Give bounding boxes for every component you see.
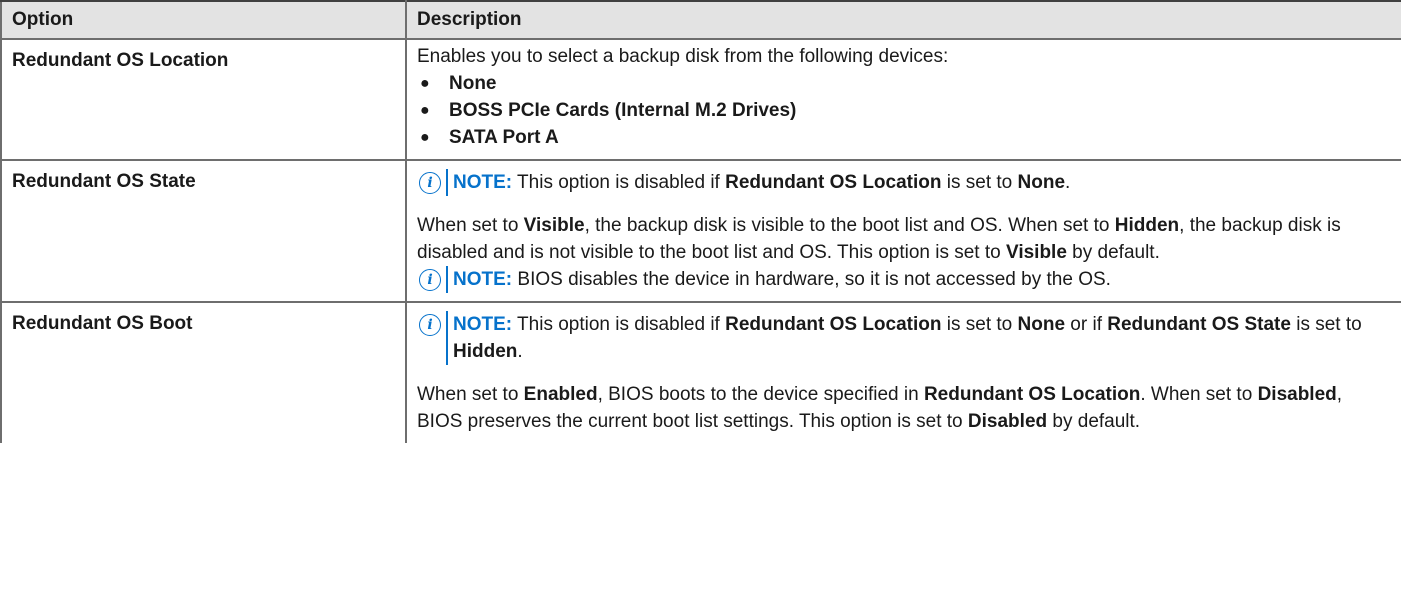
table-row: Redundant OS Boot i NOTE: This option is… [0,301,1401,443]
info-circle-icon: i [419,172,441,194]
list-item: ● SATA Port A [417,124,1391,151]
option-description: i NOTE: This option is disabled if Redun… [405,159,1401,303]
note-text: NOTE: This option is disabled if Redunda… [446,311,1391,365]
list-item: ● BOSS PCIe Cards (Internal M.2 Drives) [417,97,1391,124]
table-row: Redundant OS State i NOTE: This option i… [0,159,1401,303]
info-circle-icon: i [419,314,441,336]
note-text: NOTE: BIOS disables the device in hardwa… [446,266,1111,293]
bullet-icon: ● [420,129,430,146]
info-circle-icon: i [419,269,441,291]
option-description: Enables you to select a backup disk from… [405,38,1401,161]
description-text: Enables you to select a backup disk from… [417,46,949,67]
note-callout: i NOTE: BIOS disables the device in hard… [417,266,1391,293]
description-text: When set to Enabled, BIOS boots to the d… [417,384,1343,432]
option-description: i NOTE: This option is disabled if Redun… [405,301,1401,443]
option-name: Redundant OS State [0,159,407,303]
header-row: Option Description [0,0,1401,40]
options-table: Option Description Redundant OS Location… [0,0,1401,443]
note-text: NOTE: This option is disabled if Redunda… [446,169,1070,196]
list-item: ● None [417,70,1391,97]
note-callout: i NOTE: This option is disabled if Redun… [417,311,1391,365]
bullet-icon: ● [420,102,430,119]
device-list: ● None ● BOSS PCIe Cards (Internal M.2 Dri… [417,70,1391,151]
bullet-icon: ● [420,75,430,92]
note-callout: i NOTE: This option is disabled if Redun… [417,169,1391,196]
option-name: Redundant OS Boot [0,301,407,443]
table-row: Redundant OS Location Enables you to sel… [0,38,1401,161]
column-header-option: Option [0,0,407,40]
option-name: Redundant OS Location [0,38,407,161]
column-header-description: Description [405,0,1401,40]
description-text: When set to Visible, the backup disk is … [417,215,1341,263]
